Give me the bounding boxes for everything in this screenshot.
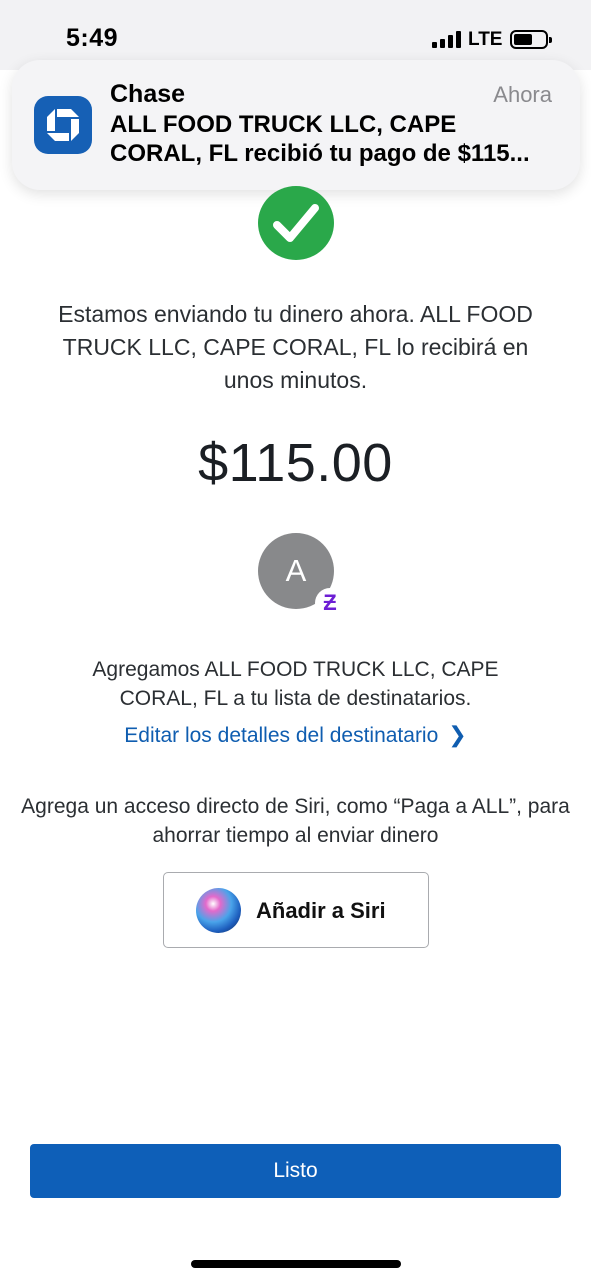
notification-line-2: CORAL, FL recibió tu pago de $115... [110,140,530,167]
done-button[interactable]: Listo [30,1144,561,1198]
notification-time: Ahora [493,82,552,107]
check-circle-icon [258,186,334,260]
status-time: 5:49 [66,24,119,52]
notification-app-name: Chase [110,80,186,108]
payment-amount: $115.00 [198,433,393,493]
notification-body: ALL FOOD TRUCK LLC, CAPE CORAL, FL recib… [110,110,560,168]
recipient-added-text: Agregamos ALL FOOD TRUCK LLC, CAPE CORAL… [92,658,499,710]
add-to-siri-button[interactable]: Añadir a Siri [163,872,429,948]
network-type: LTE [468,29,503,50]
battery-icon [510,30,552,49]
add-to-siri-label: Añadir a Siri [256,898,386,923]
home-indicator[interactable] [191,1260,401,1268]
edit-recipient-label: Editar los detalles del destinatario [124,724,439,747]
cellular-signal-icon [432,31,462,48]
chase-logo-icon [34,96,92,154]
siri-icon [196,888,241,933]
edit-recipient-link[interactable]: Editar los detalles del destinatario ❯ [0,722,591,748]
battery-fill [514,34,532,45]
chevron-right-icon: ❯ [448,722,467,747]
push-notification[interactable]: Chase Ahora ALL FOOD TRUCK LLC, CAPE COR… [12,60,580,190]
zelle-icon: Ƶ [315,588,345,618]
confirmation-message: Estamos enviando tu dinero ahora. ALL FO… [58,301,533,393]
siri-shortcut-text: Agrega un acceso directo de Siri, como “… [21,795,570,847]
notification-line-1: ALL FOOD TRUCK LLC, CAPE [110,111,457,138]
